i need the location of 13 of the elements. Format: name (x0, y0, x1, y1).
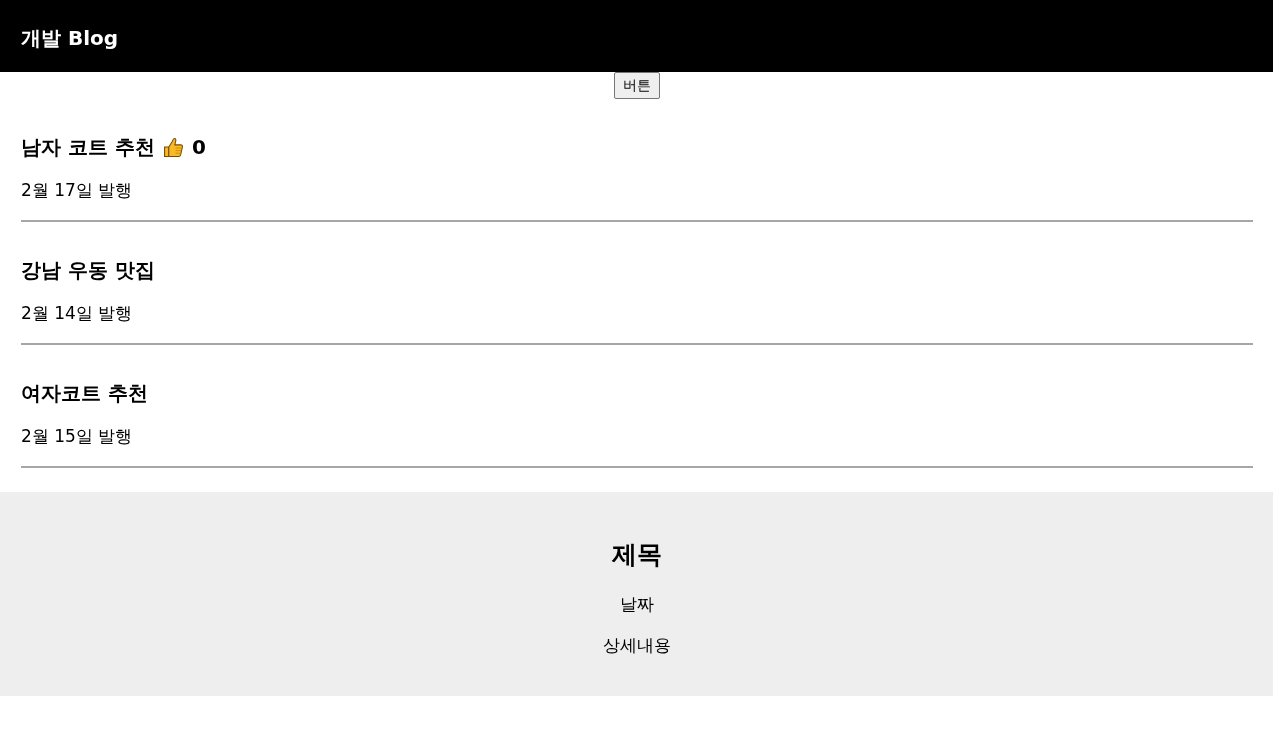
post-title[interactable]: 강남 우동 맛집 (21, 256, 155, 284)
detail-title: 제목 (611, 539, 662, 571)
post-title[interactable]: 여자코트 추천 (21, 379, 148, 407)
thumbs-up-icon[interactable] (162, 136, 184, 158)
action-button[interactable]: 버튼 (613, 72, 660, 99)
like-count: 0 (191, 134, 206, 161)
post-title[interactable]: 남자 코트 추천 (21, 133, 155, 161)
blog-title: 개발 Blog (21, 25, 119, 52)
post-date: 2월 15일 발행 (21, 425, 133, 448)
detail-date: 날짜 (619, 593, 654, 616)
post-date: 2월 17일 발행 (21, 179, 133, 202)
detail-content: 상세내용 (602, 634, 671, 657)
post-date: 2월 14일 발행 (21, 302, 133, 325)
